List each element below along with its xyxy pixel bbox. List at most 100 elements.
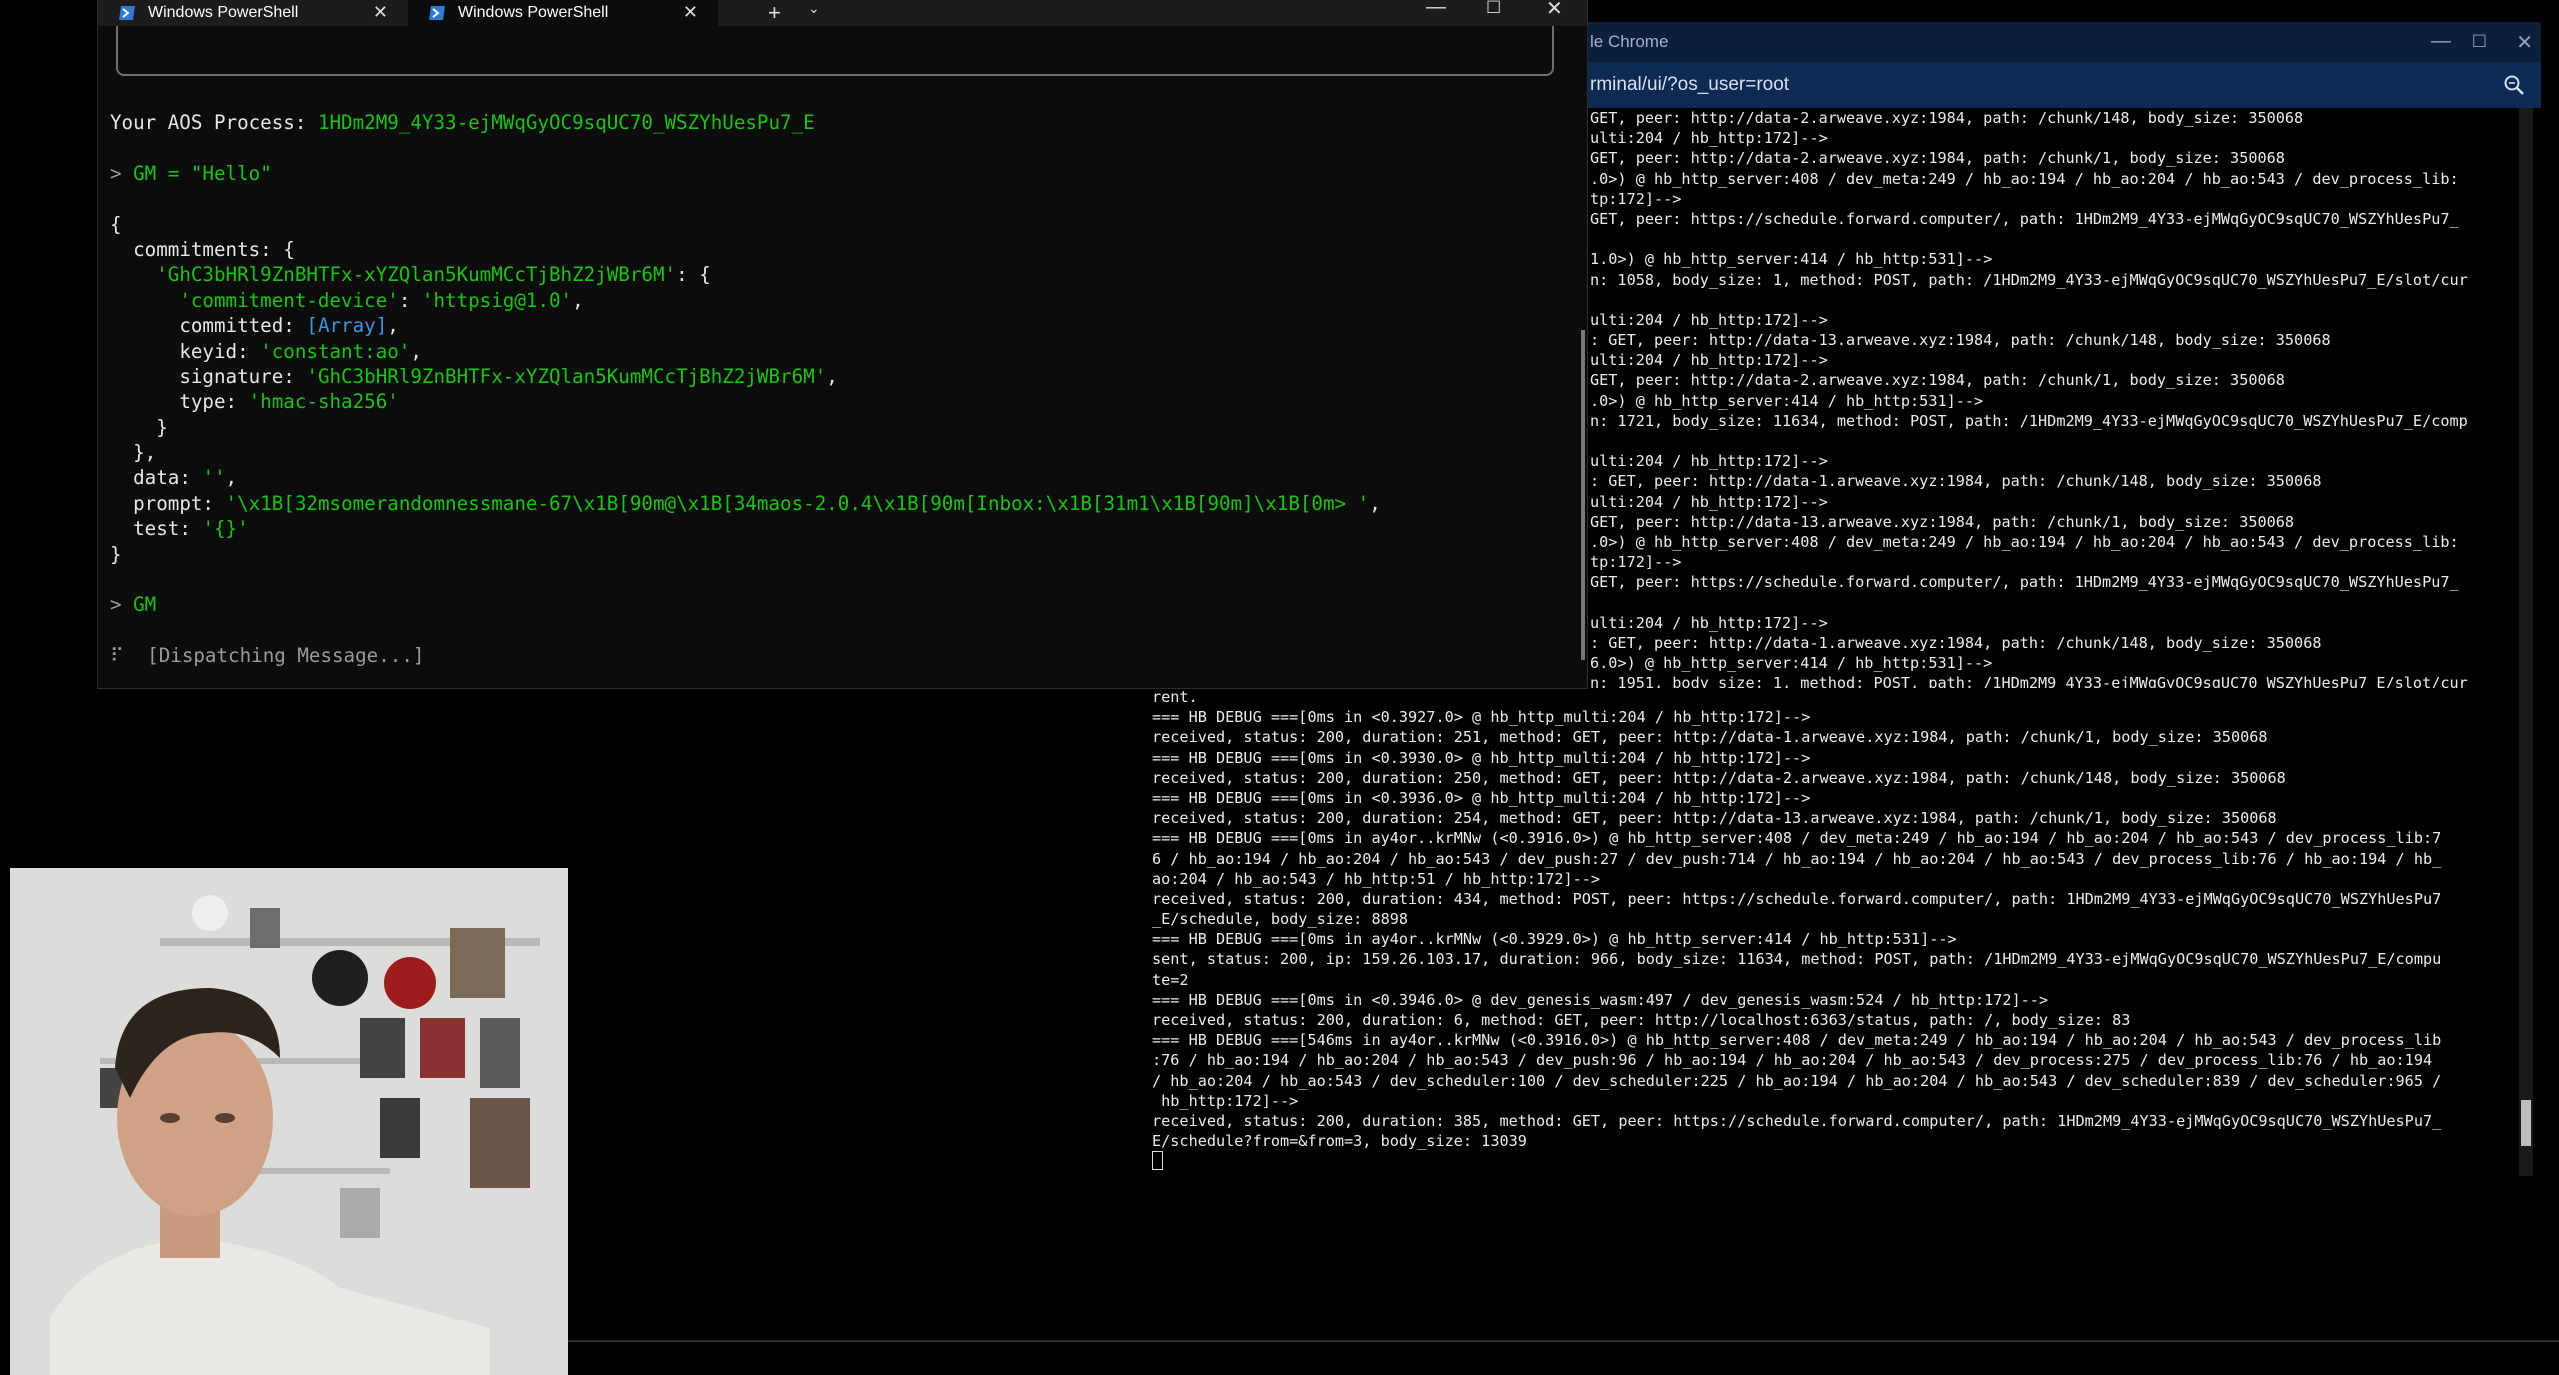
tab-powershell-2[interactable]: Windows PowerShell ✕: [408, 0, 718, 26]
prompt-symbol: >: [110, 161, 122, 185]
tab-label: Windows PowerShell: [458, 4, 609, 21]
output-line: committed: [Array],: [179, 314, 399, 338]
powershell-icon: [429, 6, 445, 20]
chrome-url-text[interactable]: rminal/ui/?os_user=root: [1590, 74, 1789, 96]
spinner-icon: ⠏: [110, 644, 125, 668]
prompt-symbol: >: [110, 593, 122, 617]
log-line: E/schedule?from=&from=3, body_size: 1303…: [1152, 1132, 1527, 1151]
log-line: received, status: 200, duration: 251, me…: [1152, 728, 2268, 747]
command-line-1: > GM = "Hello": [110, 161, 1567, 186]
input-box[interactable]: [116, 26, 1554, 76]
command-text: GM: [133, 593, 157, 617]
prompt-key: prompt:: [133, 491, 214, 515]
process-id: 1HDm2M9_4Y33-ejMWqGyOC9sqUC70_WSZYhUesPu…: [317, 111, 815, 134]
log-line: GET, peer: https://schedule.forward.comp…: [1590, 209, 2459, 228]
log-line: received, status: 200, duration: 385, me…: [1152, 1111, 2442, 1130]
new-tab-button[interactable]: +: [768, 0, 781, 26]
brace: }: [110, 542, 122, 566]
process-label: Your AOS Process:: [110, 111, 307, 134]
log-line: / hb_ao:204 / hb_ao:543 / dev_scheduler:…: [1152, 1071, 2442, 1090]
terminal-log-upper: GET, peer: http://data-2.arweave.xyz:198…: [1590, 108, 2520, 688]
output-line: signature: 'GhC3bHRl9ZnBHTFx-xYZQlan5Kum…: [179, 364, 838, 388]
chrome-maximize-button[interactable]: ☐: [2472, 32, 2487, 52]
chrome-minimize-button[interactable]: —: [2431, 30, 2451, 53]
close-icon[interactable]: ✕: [373, 2, 388, 23]
log-line: tp:172]-->: [1590, 553, 1682, 572]
log-line: ulti:204 / hb_http:172]-->: [1590, 492, 1828, 511]
log-line: :76 / hb_ao:194 / hb_ao:204 / hb_ao:543 …: [1152, 1051, 2433, 1070]
webcam-image: [10, 868, 568, 1375]
terminal-scrollbar[interactable]: [2519, 108, 2533, 1176]
chrome-address-bar[interactable]: rminal/ui/?os_user=root: [1588, 62, 2541, 108]
log-line: === HB DEBUG ===[0ms in <0.3927.0> @ hb_…: [1152, 708, 1811, 727]
command-line-2: > GM: [110, 592, 1567, 617]
log-line: === HB DEBUG ===[546ms in ay4or..krMNw (…: [1152, 1031, 2442, 1050]
log-line: : GET, peer: http://data-1.arweave.xyz:1…: [1590, 472, 2322, 491]
data-key: data:: [133, 466, 191, 490]
type-key: type:: [179, 390, 238, 414]
test-key: test:: [133, 517, 191, 541]
output-line: type: 'hmac-sha256': [110, 389, 1567, 414]
powershell-icon: [119, 6, 135, 20]
dispatching-status: [Dispatching Message...]: [147, 644, 425, 668]
powershell-scrollbar[interactable]: [1581, 330, 1585, 660]
log-line: GET, peer: http://data-13.arweave.xyz:19…: [1590, 512, 2295, 531]
committed-key: committed:: [179, 314, 295, 338]
log-line: === HB DEBUG ===[0ms in <0.3930.0> @ hb_…: [1152, 748, 1811, 767]
terminal-scrollbar-thumb[interactable]: [2521, 1100, 2531, 1146]
log-line: === HB DEBUG ===[0ms in ay4or..krMNw (<0…: [1152, 930, 1957, 949]
close-icon[interactable]: ✕: [683, 2, 698, 23]
log-line: 6.0>) @ hb_http_server:414 / hb_http:531…: [1590, 654, 1993, 673]
webcam-feed: [10, 868, 568, 1375]
powershell-output: Your AOS Process: 1HDm2M9_4Y33-ejMWqGyOC…: [110, 110, 1567, 688]
brace: {: [110, 212, 122, 236]
terminal-log: rent. === HB DEBUG ===[0ms in <0.3927.0> …: [1152, 687, 2520, 1177]
log-line: === HB DEBUG ===[0ms in <0.3936.0> @ hb_…: [1152, 788, 1811, 807]
maximize-button[interactable]: ☐: [1486, 0, 1501, 18]
log-line: .0>) @ hb_http_server:408 / dev_meta:249…: [1590, 532, 2459, 551]
minimize-button[interactable]: —: [1426, 0, 1446, 19]
output-line: }: [110, 542, 1567, 567]
chrome-titlebar[interactable]: le Chrome — ☐ ✕: [1588, 22, 2541, 62]
keyid-key: keyid:: [179, 339, 249, 363]
log-line: ulti:204 / hb_http:172]-->: [1590, 452, 1828, 471]
output-line: },: [110, 440, 1567, 465]
log-line: ulti:204 / hb_http:172]-->: [1590, 310, 1828, 329]
close-window-button[interactable]: ✕: [1546, 0, 1563, 21]
output-line: data: '',: [133, 466, 238, 490]
powershell-window: Windows PowerShell ✕ Windows PowerShell …: [97, 0, 1588, 689]
signature-key: signature:: [179, 364, 295, 388]
log-line: sent, status: 200, ip: 159.26.103.17, du…: [1152, 950, 2442, 969]
log-line: ao:204 / hb_ao:543 / hb_http:51 / hb_htt…: [1152, 869, 1601, 888]
chrome-close-button[interactable]: ✕: [2516, 30, 2533, 55]
brace: },: [133, 441, 157, 465]
log-line: === HB DEBUG ===[0ms in <0.3946.0> @ dev…: [1152, 990, 2049, 1009]
output-line: test: '{}': [110, 516, 1567, 541]
log-line: 1.0>) @ hb_http_server:414 / hb_http:531…: [1590, 250, 1993, 269]
brace: }: [156, 415, 168, 439]
commitment-id: 'GhC3bHRl9ZnBHTFx-xYZQlan5KumMCcTjBhZ2jW…: [156, 263, 677, 287]
terminal-cursor[interactable]: [1152, 1151, 2520, 1172]
brace: : {: [676, 263, 711, 287]
log-line: 6 / hb_ao:194 / hb_ao:204 / hb_ao:543 / …: [1152, 849, 2442, 868]
data-value: '': [202, 466, 226, 490]
type-value: 'hmac-sha256': [248, 390, 399, 414]
tab-powershell-1[interactable]: Windows PowerShell ✕: [98, 0, 408, 26]
log-line: n: 1058, body_size: 1, method: POST, pat…: [1590, 270, 2468, 289]
tab-dropdown-button[interactable]: ⌄: [808, 0, 820, 17]
log-line: GET, peer: http://data-2.arweave.xyz:198…: [1590, 371, 2285, 390]
log-line: te=2: [1152, 970, 1189, 989]
zoom-icon[interactable]: [2501, 72, 2527, 98]
output-line: keyid: 'constant:ao',: [179, 339, 422, 363]
signature-value: 'GhC3bHRl9ZnBHTFx-xYZQlan5KumMCcTjBhZ2jW…: [306, 364, 827, 388]
output-line: 'GhC3bHRl9ZnBHTFx-xYZQlan5KumMCcTjBhZ2jW…: [110, 262, 1567, 287]
command-text: GM = "Hello": [133, 161, 272, 185]
log-line: ulti:204 / hb_http:172]-->: [1590, 613, 1828, 632]
log-line: tp:172]-->: [1590, 189, 1682, 208]
log-line: : GET, peer: http://data-13.arweave.xyz:…: [1590, 331, 2331, 350]
log-line: n: 1951, body_size: 1, method: POST, pat…: [1590, 674, 2468, 688]
powershell-tab-bar: Windows PowerShell ✕ Windows PowerShell …: [98, 0, 1587, 26]
